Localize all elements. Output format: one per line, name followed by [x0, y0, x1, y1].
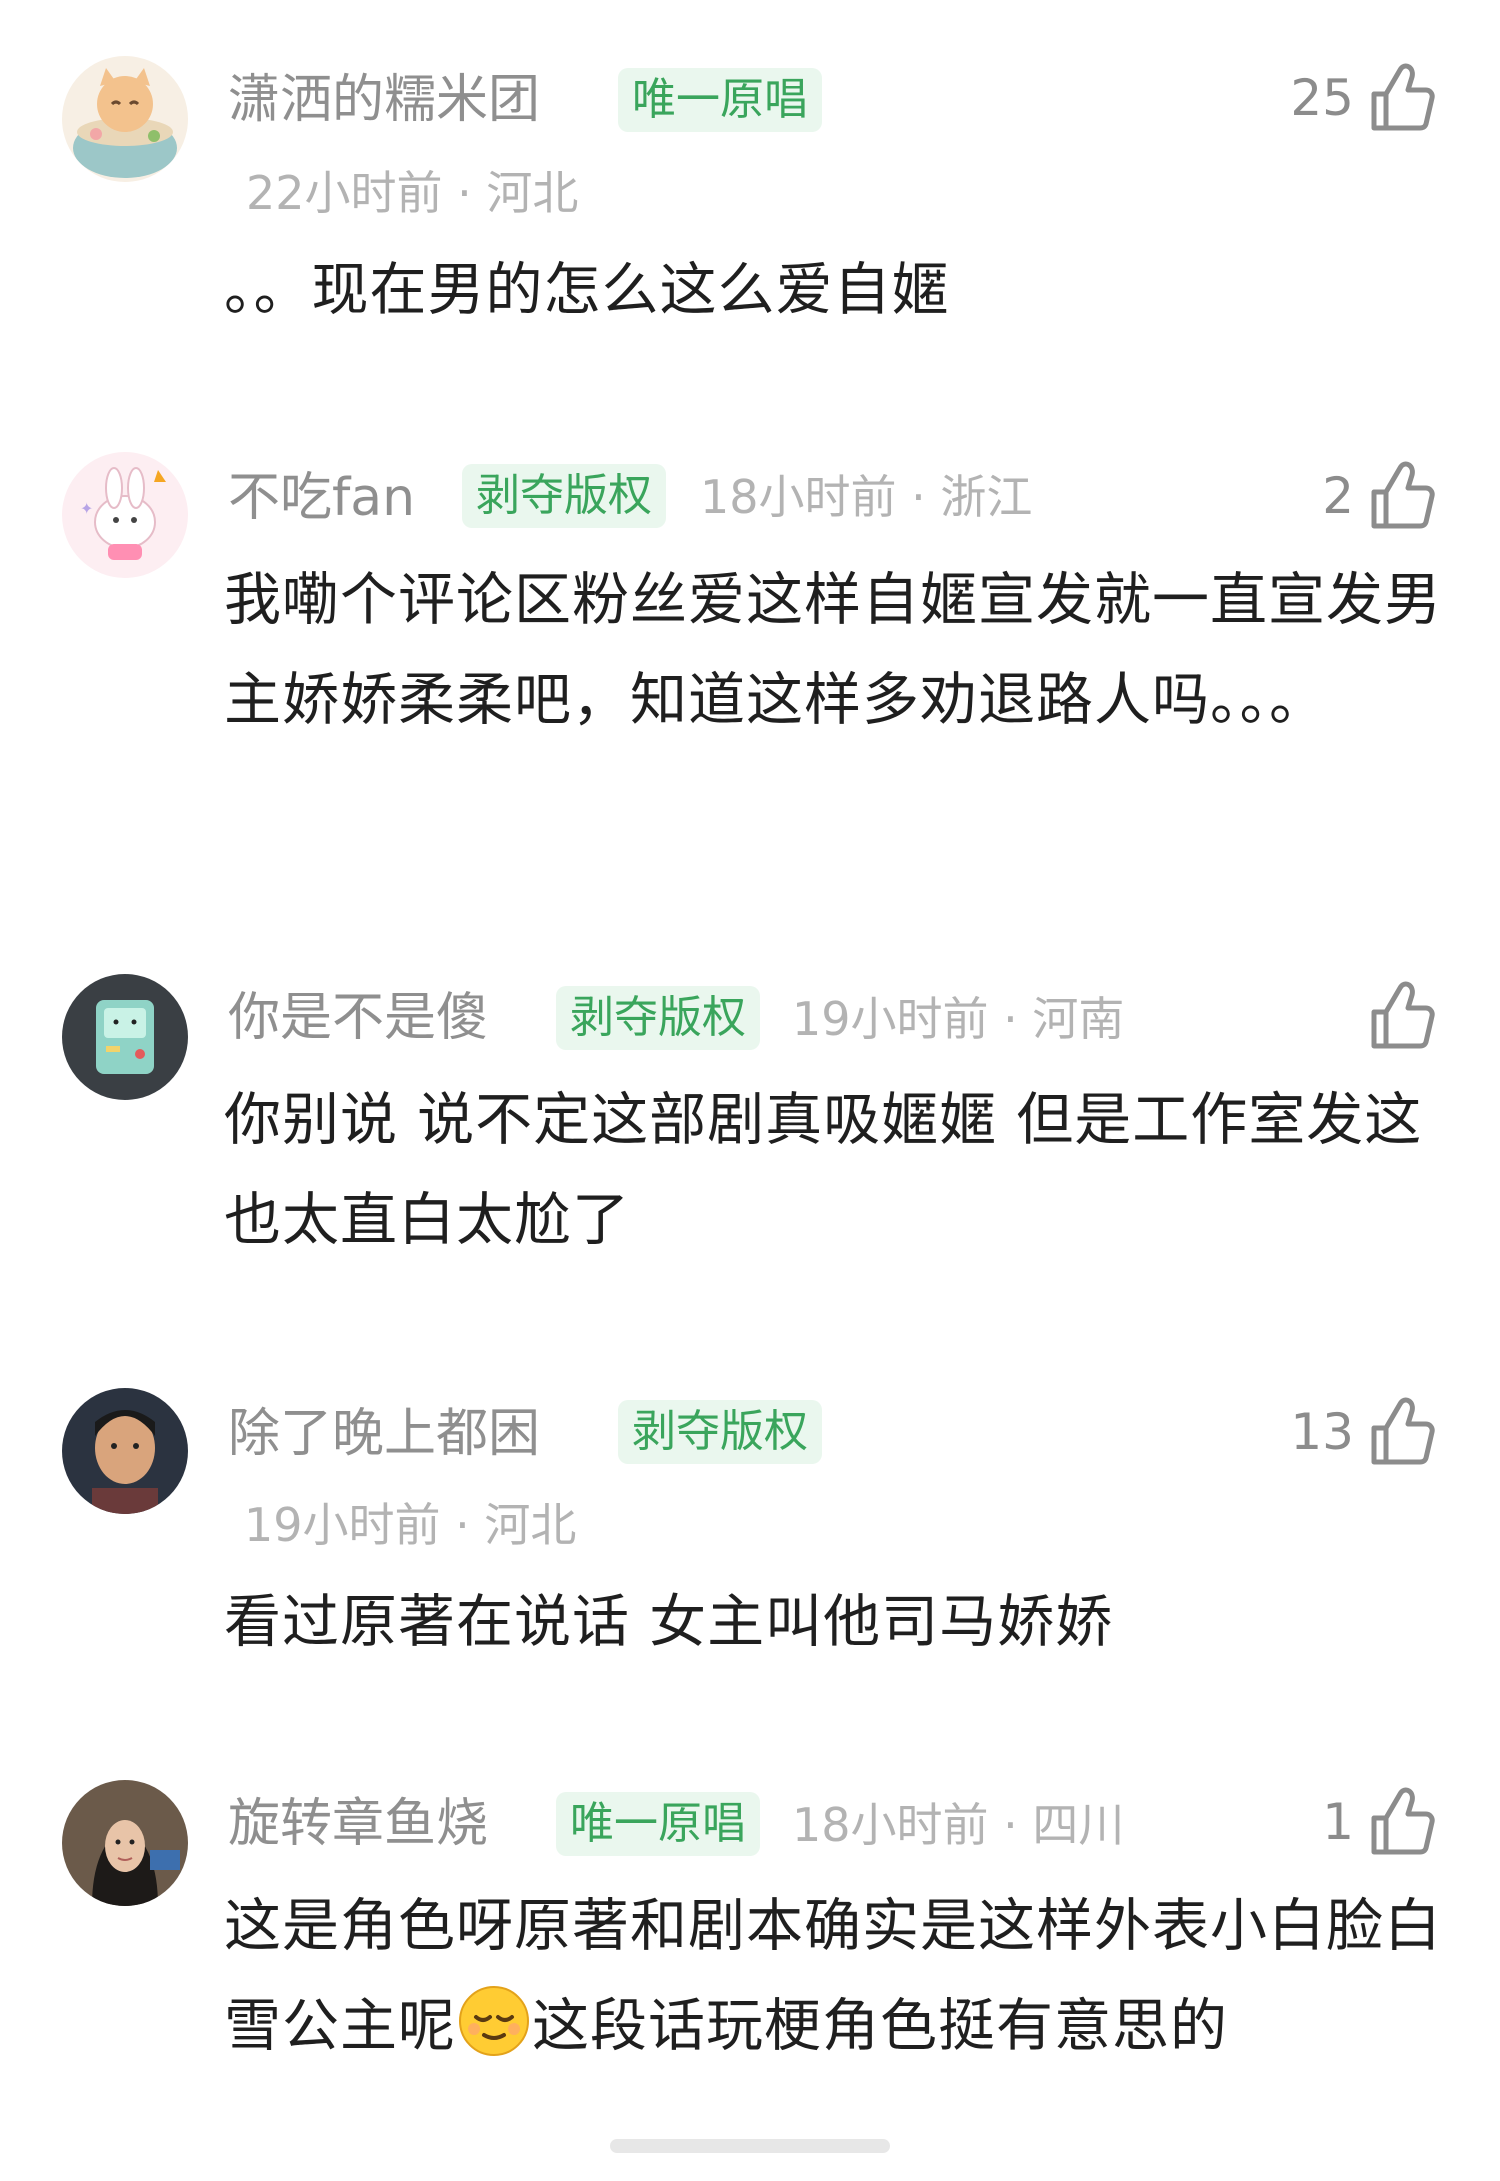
- user-badge: 唯一原唱: [618, 68, 822, 132]
- comment-meta: 18小时前 · 四川: [792, 1798, 1125, 1852]
- thumbs-up-icon: [1368, 1786, 1436, 1858]
- user-badge: 剥夺版权: [618, 1400, 822, 1464]
- svg-text:✦: ✦: [80, 499, 93, 518]
- comment-meta: 18小时前 · 浙江: [700, 470, 1033, 524]
- thumbs-up-icon: [1368, 1396, 1436, 1468]
- comment-text: 看过原著在说话 女主叫他司马娇娇: [224, 1589, 1114, 1655]
- like-count: 2: [1322, 467, 1354, 525]
- avatar[interactable]: [62, 56, 188, 182]
- avatar[interactable]: [62, 1388, 188, 1514]
- username[interactable]: 不吃fan: [228, 472, 415, 524]
- user-badge: 剥夺版权: [462, 464, 666, 528]
- home-indicator: [610, 2139, 890, 2153]
- thumbs-up-icon: [1368, 460, 1436, 532]
- username[interactable]: 除了晚上都困: [228, 1408, 540, 1460]
- comment-text-part: 这段话玩梗角色挺有意思的: [532, 1993, 1228, 2059]
- username[interactable]: 潇洒的糯米团: [228, 74, 540, 126]
- avatar[interactable]: ✦: [62, 452, 188, 578]
- comment-meta: 22小时前 · 河北: [246, 166, 579, 220]
- like-count: 13: [1290, 1403, 1354, 1461]
- thumbs-up-icon: [1368, 62, 1436, 134]
- user-badge: 唯一原唱: [556, 1792, 760, 1856]
- avatar[interactable]: [62, 974, 188, 1100]
- like-button[interactable]: 2: [1322, 456, 1436, 536]
- like-button[interactable]: 13: [1290, 1392, 1436, 1472]
- like-count: 25: [1290, 69, 1354, 127]
- comment-meta: 19小时前 · 河北: [244, 1498, 577, 1552]
- user-badge: 剥夺版权: [556, 986, 760, 1050]
- avatar[interactable]: [62, 1780, 188, 1906]
- username[interactable]: 旋转章鱼烧: [228, 1798, 488, 1850]
- username[interactable]: 你是不是傻: [228, 992, 488, 1044]
- like-count: 1: [1322, 1793, 1354, 1851]
- like-button[interactable]: 1: [1322, 1782, 1436, 1862]
- comment-text: 。。现在男的怎么这么爱自嫟: [224, 257, 950, 323]
- comment-meta: 19小时前 · 河南: [792, 992, 1125, 1046]
- like-button[interactable]: [1354, 976, 1436, 1056]
- comment-text: 你别说 说不定这部剧真吸嫟嫟 但是工作室发这也太直白太尬了: [224, 1087, 1423, 1253]
- thumbs-up-icon: [1368, 980, 1436, 1052]
- comment-text: 这是角色呀原著和剧本确实是这样外表小白脸白雪公主呢 这段话玩梗角色挺有意思的: [224, 1876, 1444, 2076]
- relieved-face-emoji-icon: [456, 1983, 532, 2059]
- like-button[interactable]: 25: [1290, 58, 1436, 138]
- comment-text: 我嘞个评论区粉丝爱这样自嫟宣发就一直宣发男主娇娇柔柔吧，知道这样多劝退路人吗。。…: [224, 567, 1442, 733]
